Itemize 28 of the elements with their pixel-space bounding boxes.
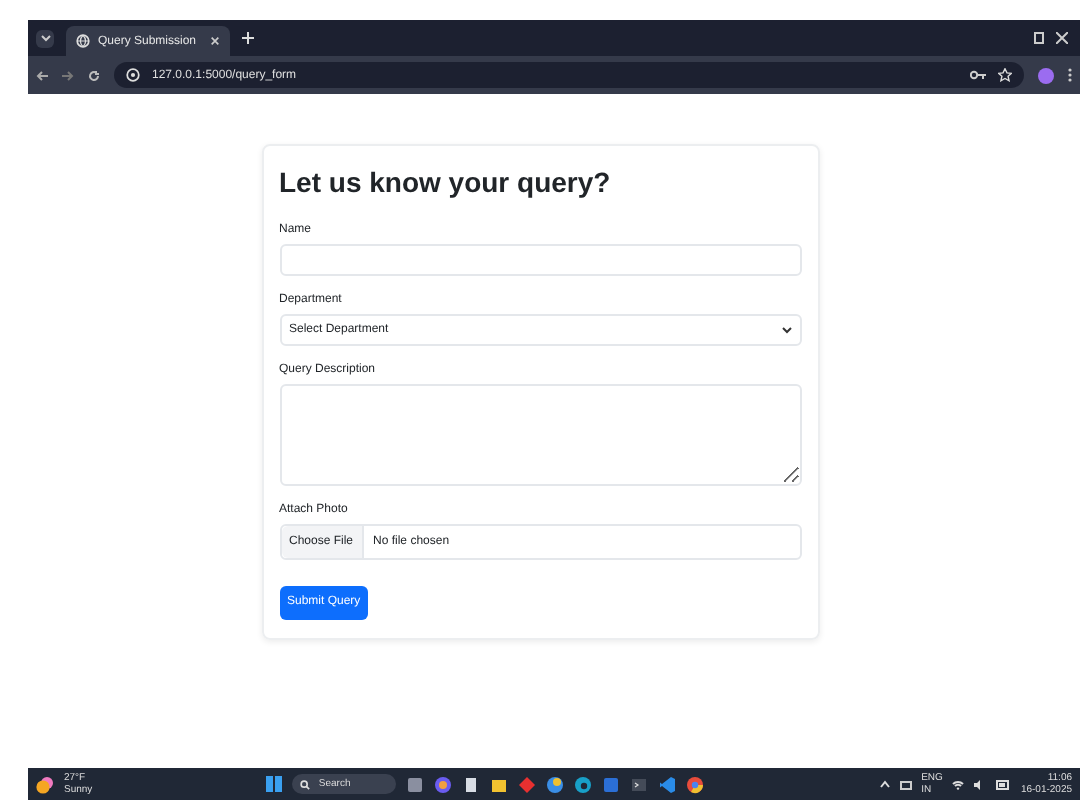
battery-icon[interactable] <box>996 779 1011 789</box>
star-icon[interactable] <box>998 68 1012 82</box>
key-icon[interactable] <box>970 70 986 80</box>
forward-icon[interactable] <box>62 69 74 81</box>
back-icon[interactable] <box>36 69 48 81</box>
weather-icon <box>36 775 54 793</box>
profile-avatar[interactable] <box>1038 67 1054 83</box>
new-tab-icon[interactable] <box>242 32 254 44</box>
document-icon[interactable] <box>462 775 481 793</box>
network-icon[interactable] <box>899 778 912 790</box>
reload-icon[interactable] <box>88 69 100 81</box>
close-icon[interactable] <box>210 36 220 46</box>
name-field[interactable] <box>279 244 801 276</box>
folder-icon[interactable] <box>490 775 509 793</box>
terminal-icon[interactable] <box>630 775 649 793</box>
globe-icon <box>76 34 90 48</box>
close-icon[interactable] <box>1056 32 1068 44</box>
form-title: Let us know your query? <box>279 164 613 200</box>
tab-list-button[interactable] <box>36 29 54 47</box>
chevron-down-icon <box>781 326 791 334</box>
chevron-up-icon[interactable] <box>879 780 890 788</box>
app-icon[interactable] <box>406 775 425 793</box>
start-icon[interactable] <box>266 776 283 792</box>
diamond-icon[interactable] <box>518 775 537 793</box>
description-field[interactable] <box>279 384 801 486</box>
search-icon <box>300 779 311 789</box>
wifi-icon[interactable] <box>952 779 965 789</box>
site-info-icon <box>126 68 140 82</box>
